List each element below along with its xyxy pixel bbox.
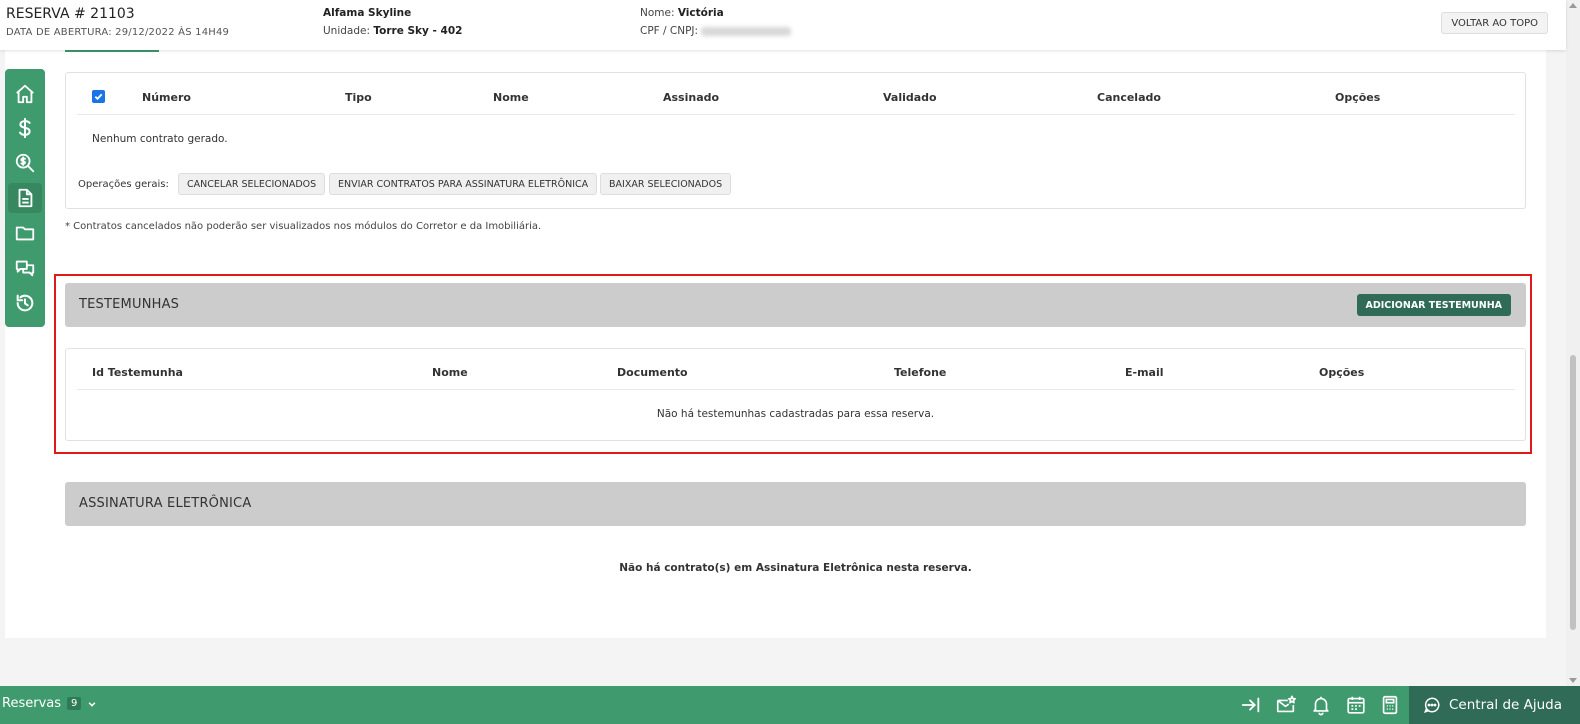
- contracts-empty-message: Nenhum contrato gerado.: [92, 133, 228, 145]
- collapse-panel-button[interactable]: [1240, 694, 1262, 716]
- sidebar-item-home[interactable]: [8, 79, 42, 109]
- col-witness-document[interactable]: Documento: [617, 366, 688, 379]
- unit-info: Unidade: Torre Sky - 402: [323, 25, 463, 37]
- col-signed[interactable]: Assinado: [663, 91, 719, 104]
- col-name[interactable]: Nome: [493, 91, 529, 104]
- chevron-down-icon: [88, 701, 96, 707]
- reservas-dropdown[interactable]: Reservas 9: [2, 696, 97, 711]
- signature-section-bar: ASSINATURA ELETRÔNICA: [65, 482, 1526, 526]
- col-validated[interactable]: Validado: [883, 91, 937, 104]
- messages-button[interactable]: [1275, 694, 1297, 716]
- col-witness-id[interactable]: Id Testemunha: [92, 366, 183, 379]
- signature-title: ASSINATURA ELETRÔNICA: [79, 496, 252, 511]
- col-options: Opções: [1335, 91, 1381, 104]
- witnesses-section-bar: TESTEMUNHAS ADICIONAR TESTEMUNHA: [65, 283, 1526, 327]
- folder-icon: [15, 226, 35, 241]
- blurred-document-value: [701, 26, 792, 36]
- sidebar-item-chat[interactable]: [8, 253, 42, 283]
- contracts-card: Número Tipo Nome Assinado Validado Cance…: [65, 72, 1526, 209]
- bottom-bar: Reservas 9 Central de Ajuda: [0, 686, 1580, 724]
- reservas-label: Reservas: [2, 696, 61, 711]
- reservation-header: RESERVA # 21103 DATA DE ABERTURA: 29/12/…: [0, 0, 1566, 50]
- home-icon: [16, 84, 34, 104]
- client-name: Nome: Victória: [640, 7, 724, 19]
- reservas-count-badge: 9: [67, 697, 82, 710]
- signature-empty-message: Não há contrato(s) em Assinatura Eletrôn…: [619, 562, 972, 574]
- send-signature-button[interactable]: ENVIAR CONTRATOS PARA ASSINATURA ELETRÔN…: [329, 173, 598, 195]
- operations-label: Operações gerais:: [78, 179, 169, 190]
- scroll-up-icon[interactable]: [1569, 3, 1577, 8]
- col-number[interactable]: Número: [142, 91, 191, 104]
- document-icon: [18, 188, 33, 208]
- col-witness-email[interactable]: E-mail: [1125, 366, 1164, 379]
- scrollbar-thumb[interactable]: [1570, 355, 1576, 630]
- check-icon: [94, 93, 103, 101]
- project-name: Alfama Skyline: [323, 7, 412, 19]
- calendar-icon: [1347, 696, 1365, 714]
- calculator-icon: [1382, 695, 1398, 715]
- cancel-selected-button[interactable]: CANCELAR SELECIONADOS: [178, 173, 326, 195]
- dollar-icon: [18, 117, 31, 139]
- sidebar-item-documents[interactable]: [8, 183, 42, 213]
- history-icon: [16, 294, 34, 312]
- back-to-top-button[interactable]: VOLTAR AO TOPO: [1441, 12, 1548, 34]
- cancelled-contracts-note: * Contratos cancelados não poderão ser v…: [65, 221, 542, 232]
- sidebar-item-history[interactable]: [8, 288, 42, 318]
- calendar-button[interactable]: [1345, 694, 1367, 716]
- search-money-icon: [15, 153, 35, 173]
- calculator-button[interactable]: [1379, 694, 1401, 716]
- chat-bubble-icon: [1423, 697, 1440, 713]
- sidebar-item-folders[interactable]: [8, 218, 42, 248]
- witnesses-title: TESTEMUNHAS: [79, 297, 180, 312]
- col-witness-options: Opções: [1319, 366, 1365, 379]
- page-scrollbar[interactable]: [1566, 0, 1580, 686]
- col-type[interactable]: Tipo: [345, 91, 372, 104]
- select-all-checkbox[interactable]: [92, 90, 105, 103]
- witnesses-card: Id Testemunha Nome Documento Telefone E-…: [65, 348, 1526, 441]
- header-divider: [77, 114, 1515, 115]
- col-cancelled[interactable]: Cancelado: [1097, 91, 1161, 104]
- help-center-button[interactable]: Central de Ajuda: [1409, 686, 1580, 724]
- scroll-down-icon[interactable]: [1569, 678, 1577, 683]
- witnesses-header-divider: [77, 389, 1515, 390]
- client-name-value: Victória: [677, 7, 724, 19]
- add-witness-button[interactable]: ADICIONAR TESTEMUNHA: [1356, 294, 1511, 316]
- witnesses-empty-message: Não há testemunhas cadastradas para essa…: [656, 408, 935, 420]
- chat-icon: [15, 260, 35, 277]
- bell-icon: [1313, 696, 1329, 716]
- sidebar-item-financial[interactable]: [8, 113, 42, 143]
- sidebar-item-search-money[interactable]: [8, 148, 42, 178]
- mail-star-icon: [1276, 695, 1296, 713]
- sidebar: [5, 69, 45, 327]
- col-witness-name[interactable]: Nome: [432, 366, 468, 379]
- opening-date: DATA DE ABERTURA: 29/12/2022 ÀS 14H49: [6, 27, 230, 38]
- help-center-label: Central de Ajuda: [1449, 697, 1562, 713]
- active-tab-underline: [65, 50, 159, 52]
- arrow-to-right-icon: [1241, 697, 1260, 713]
- client-document: CPF / CNPJ:: [640, 25, 792, 37]
- reservation-title: RESERVA # 21103: [6, 6, 135, 22]
- notifications-button[interactable]: [1310, 694, 1332, 716]
- download-selected-button[interactable]: BAIXAR SELECIONADOS: [600, 173, 732, 195]
- col-witness-phone[interactable]: Telefone: [894, 366, 946, 379]
- unit-value: Torre Sky - 402: [373, 25, 463, 37]
